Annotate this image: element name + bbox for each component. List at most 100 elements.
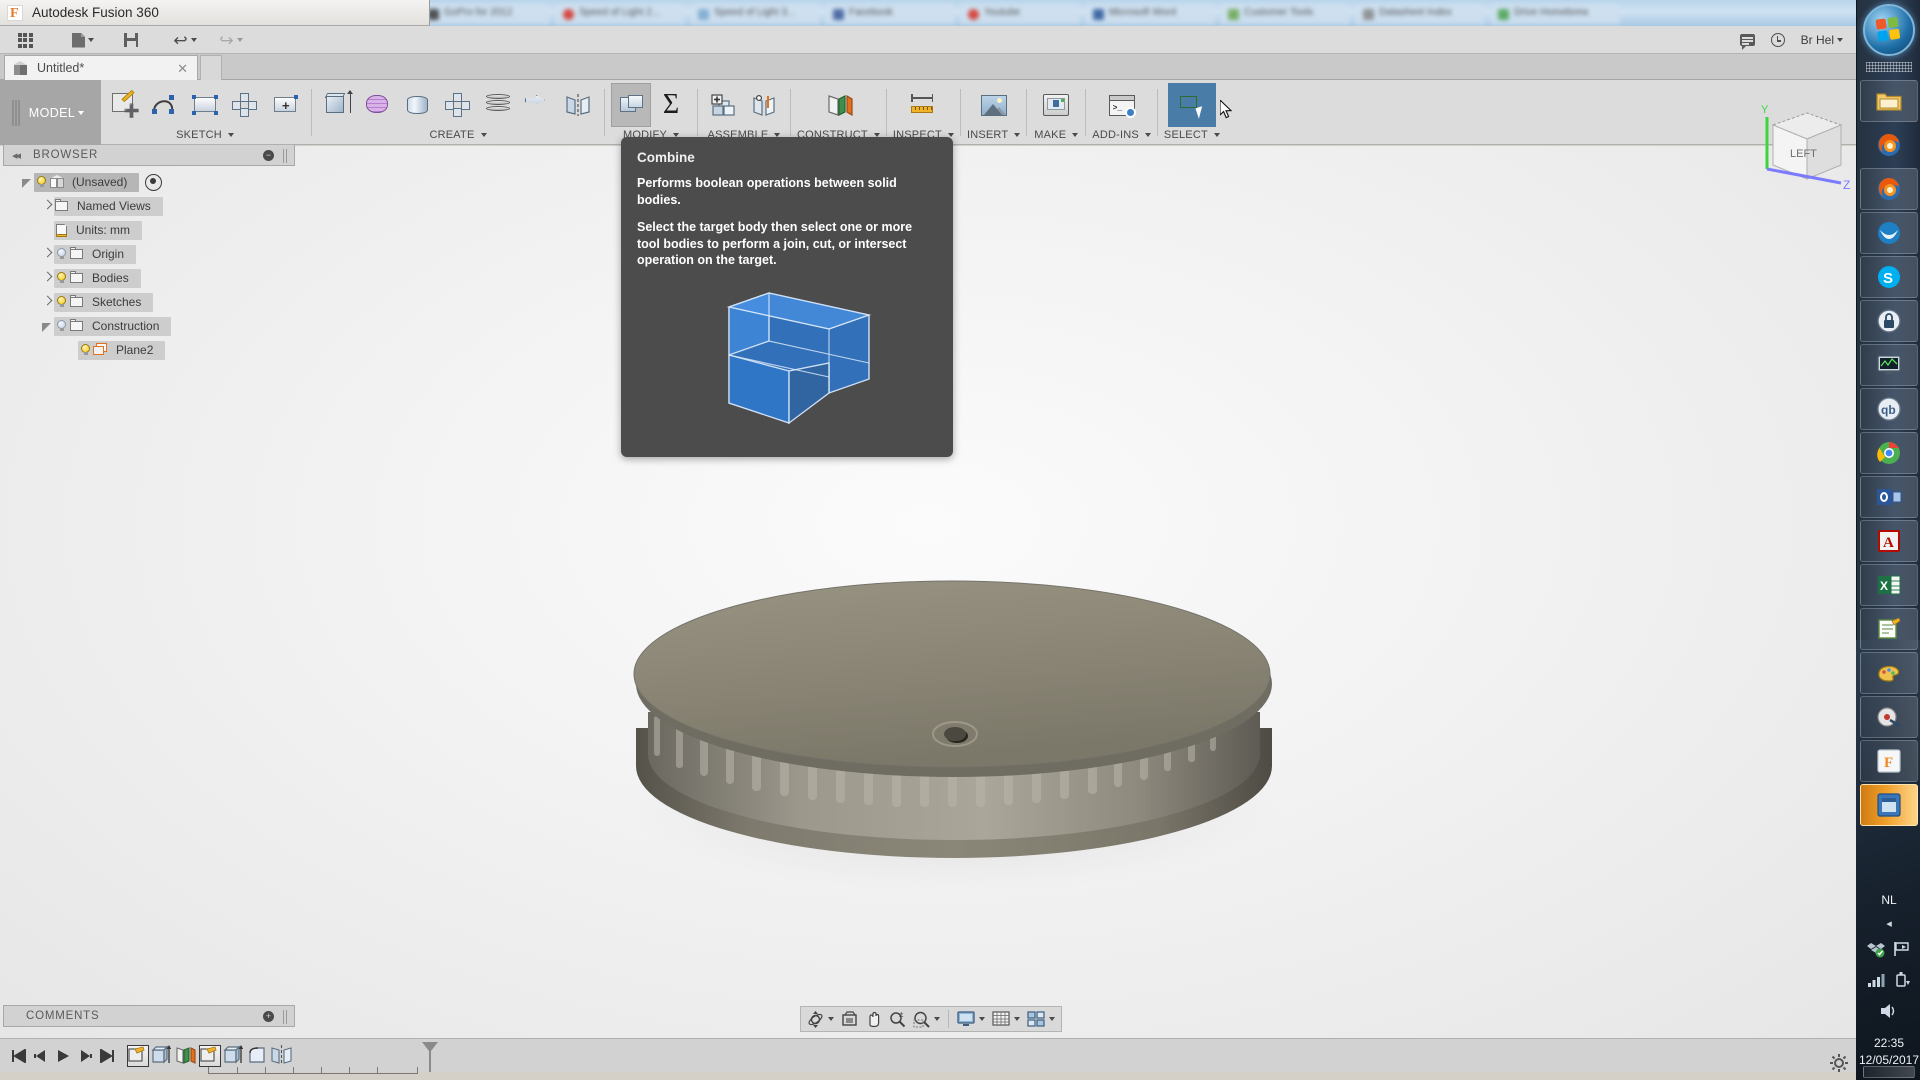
tree-row-plane2[interactable]: Plane2 — [3, 338, 295, 362]
step-forward-button[interactable] — [74, 1043, 96, 1069]
visibility-bulb-icon[interactable] — [34, 175, 49, 190]
timeline-feature-sketch-1[interactable] — [127, 1044, 149, 1067]
go-to-beginning-button[interactable] — [8, 1043, 30, 1069]
display-settings-button[interactable] — [954, 1008, 988, 1030]
joint-tool[interactable] — [744, 83, 784, 127]
taskbar-paint[interactable] — [1860, 652, 1918, 694]
taskbar-acrobat[interactable]: A — [1860, 520, 1918, 562]
tree-row-units[interactable]: Units: mm — [3, 218, 295, 242]
ribbon-panel-label[interactable]: CREATE — [429, 126, 487, 143]
chevron-left-icon[interactable]: ◂ — [1857, 917, 1920, 930]
collapse-left-icon[interactable]: ◂◂ — [12, 149, 21, 162]
tray-flag[interactable] — [1893, 940, 1911, 961]
tree-row-sketches[interactable]: Sketches — [3, 290, 295, 314]
timeline-feature-mirror-1[interactable] — [271, 1044, 293, 1067]
minus-circle-icon[interactable]: − — [263, 150, 274, 161]
taskbar-excel[interactable]: X — [1860, 564, 1918, 606]
visibility-bulb-icon[interactable] — [78, 343, 93, 358]
insert-image-tool[interactable] — [969, 83, 1019, 127]
step-back-button[interactable] — [30, 1043, 52, 1069]
measure-tool[interactable] — [898, 83, 948, 127]
expander-closed-icon[interactable] — [41, 272, 54, 285]
fit-button[interactable] — [910, 1008, 943, 1030]
tree-node[interactable]: Bodies — [54, 268, 141, 288]
viewports-button[interactable] — [1024, 1008, 1058, 1030]
background-tab[interactable]: Datasheet Index — [1355, 4, 1485, 24]
new-document-button[interactable] — [64, 27, 102, 53]
timeline-feature-extrude-2[interactable] — [223, 1044, 245, 1067]
tree-node[interactable]: Units: mm — [54, 220, 142, 240]
visibility-bulb-icon[interactable] — [54, 295, 69, 310]
tree-row-named-views[interactable]: Named Views — [3, 194, 295, 218]
background-tab[interactable]: Speed of Light 3... — [690, 4, 820, 24]
background-tab[interactable]: GoPro for 2012 — [420, 4, 550, 24]
tree-node[interactable]: Sketches — [54, 292, 154, 312]
orbit-button[interactable] — [804, 1008, 837, 1030]
comments-button[interactable] — [1733, 27, 1762, 53]
panel-resize-grip[interactable] — [283, 1010, 288, 1024]
taskbar-skype[interactable]: S — [1860, 256, 1918, 298]
visibility-bulb-icon[interactable] — [54, 247, 69, 262]
tree-node[interactable]: Named Views — [54, 196, 163, 216]
timeline-feature-fillet-1[interactable] — [247, 1045, 269, 1067]
settings-gear-button[interactable] — [1830, 1054, 1848, 1072]
expander-closed-icon[interactable] — [41, 200, 54, 213]
rectangle-tool[interactable] — [185, 83, 225, 127]
start-orb[interactable] — [1863, 4, 1915, 56]
create-sketch-tool[interactable]: ➕ — [105, 83, 145, 127]
taskbar-fusion-active[interactable] — [1860, 784, 1918, 826]
job-status-button[interactable] — [1764, 27, 1792, 53]
tray-language[interactable]: NL — [1857, 892, 1920, 909]
tree-row-construction[interactable]: Construction — [3, 314, 295, 338]
background-tab[interactable]: Drive Homebrew — [1490, 4, 1620, 24]
construction-plane-tool[interactable] — [813, 83, 863, 127]
background-tab[interactable]: Speed of Light 2... — [555, 4, 685, 24]
tray-volume[interactable] — [1879, 1002, 1899, 1023]
go-to-end-button[interactable] — [96, 1043, 118, 1069]
grid-snap-button[interactable] — [989, 1008, 1023, 1030]
show-desktop-button[interactable] — [1863, 1066, 1915, 1078]
tray-dropbox[interactable] — [1867, 940, 1885, 961]
taskbar-grip[interactable] — [1866, 62, 1912, 72]
play-button[interactable] — [52, 1043, 74, 1069]
ribbon-panel-label[interactable]: INSERT — [967, 126, 1021, 143]
tree-row-bodies[interactable]: Bodies — [3, 266, 295, 290]
pattern-tool[interactable] — [438, 83, 478, 127]
background-tab[interactable]: Microsoft Word — [1085, 4, 1215, 24]
timeline-feature-sketch-2[interactable] — [199, 1044, 221, 1067]
select-tool[interactable] — [1167, 83, 1216, 127]
expander-closed-icon[interactable] — [41, 296, 54, 309]
sketch-pattern-tool[interactable] — [225, 83, 265, 127]
taskbar-firefox-1[interactable] — [1860, 124, 1918, 166]
parameters-tool[interactable]: Σ — [651, 83, 691, 127]
save-button[interactable] — [116, 27, 146, 53]
timeline-end-marker[interactable] — [422, 1041, 438, 1072]
taskbar-firefox-2[interactable] — [1860, 168, 1918, 210]
timeline-feature-plane-1[interactable] — [175, 1045, 197, 1067]
mirror-tool[interactable] — [558, 83, 598, 127]
tree-row-origin[interactable]: Origin — [3, 242, 295, 266]
taskbar-thunderbird[interactable] — [1860, 212, 1918, 254]
expander-open-icon[interactable] — [21, 176, 34, 189]
close-icon[interactable]: ✕ — [177, 61, 188, 77]
plus-circle-icon[interactable]: + — [263, 1011, 274, 1022]
taskbar-notepad[interactable] — [1860, 608, 1918, 650]
taskbar-explorer[interactable] — [1860, 80, 1918, 122]
tree-node[interactable]: Construction — [54, 316, 172, 336]
view-cube[interactable]: LEFT Y Z — [1745, 95, 1855, 195]
tray-time[interactable]: 22:35 — [1857, 1035, 1920, 1052]
tree-row-unsaved[interactable]: (Unsaved) — [3, 170, 295, 194]
pan-button[interactable] — [862, 1008, 885, 1030]
ribbon-panel-label[interactable]: SKETCH — [176, 126, 234, 143]
tree-node[interactable]: Origin — [54, 244, 137, 264]
expander-closed-icon[interactable] — [41, 248, 54, 261]
background-tab[interactable]: Facebook — [825, 4, 955, 24]
account-menu[interactable]: Br Hel — [1794, 27, 1850, 53]
background-tab[interactable]: Customer Tools — [1220, 4, 1350, 24]
spline-tool[interactable] — [145, 83, 185, 127]
background-tab[interactable]: Youtube — [960, 4, 1080, 24]
taskbar-outlook[interactable] — [1860, 476, 1918, 518]
create-sketch-plus-tool[interactable]: + — [265, 83, 305, 127]
ribbon-panel-label[interactable]: MAKE — [1034, 126, 1079, 143]
timeline-feature-extrude-1[interactable] — [151, 1044, 173, 1067]
